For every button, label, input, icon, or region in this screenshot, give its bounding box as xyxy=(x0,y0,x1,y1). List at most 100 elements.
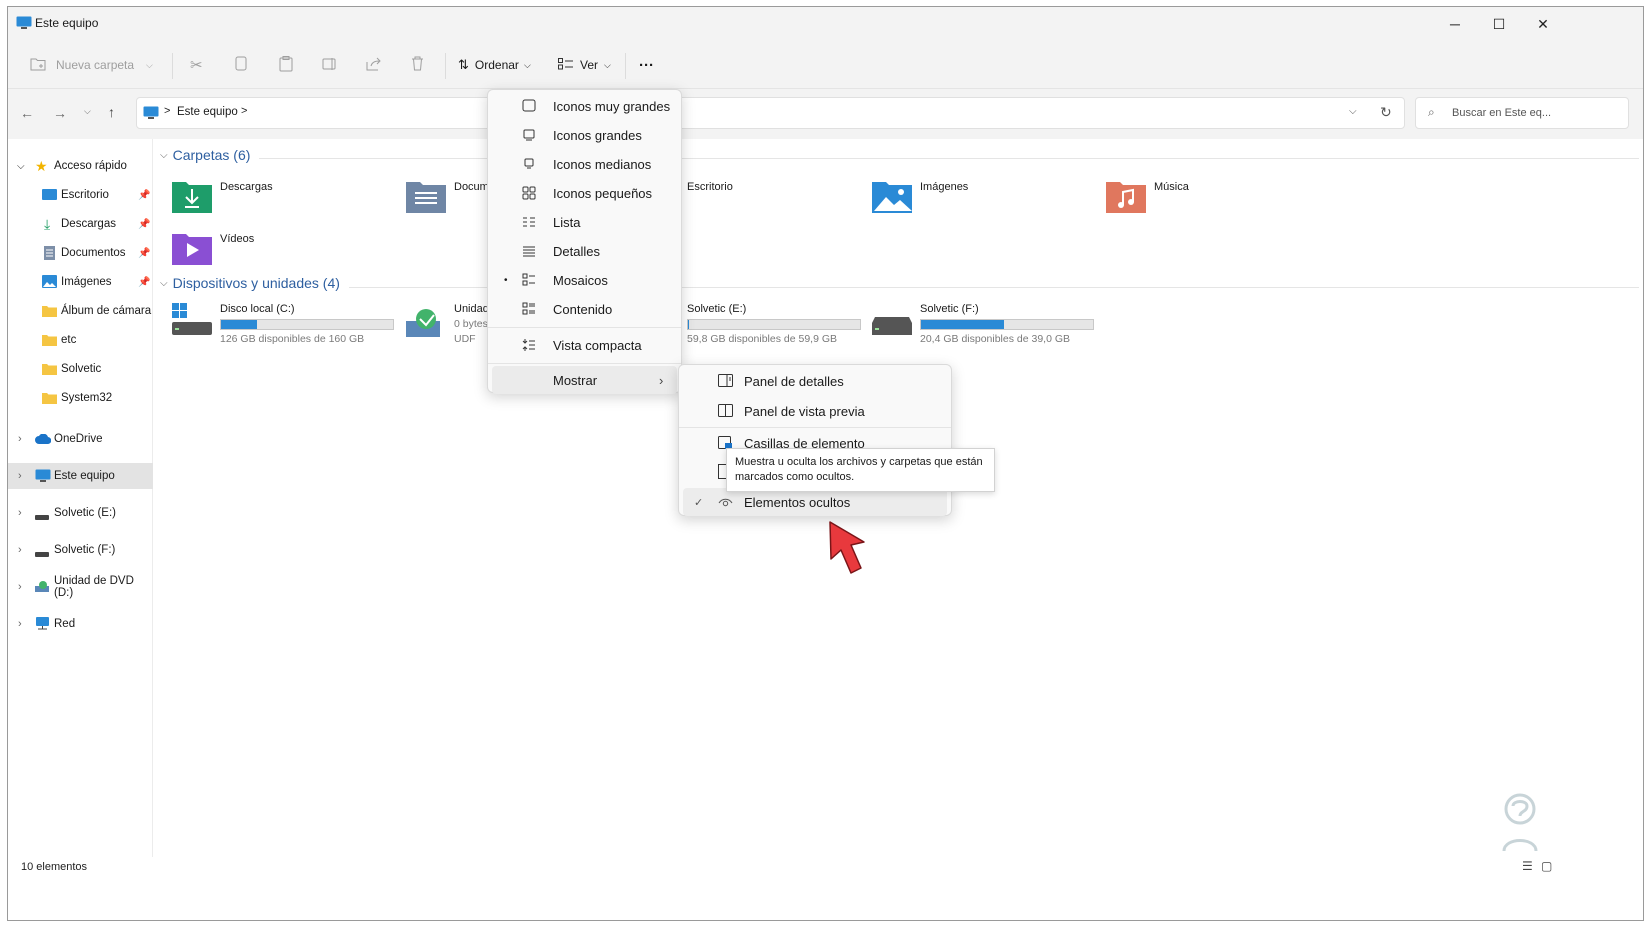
chevron-down-icon[interactable]: ⌵ xyxy=(17,161,25,172)
address-history-icon[interactable]: ⌵ xyxy=(1349,106,1357,117)
details-icon xyxy=(522,244,536,258)
rename-icon xyxy=(322,57,338,74)
nav-quick-access[interactable]: ⌵ ★ Acceso rápido xyxy=(8,153,153,179)
nav-item-red[interactable]: › Red xyxy=(8,611,153,637)
menu-item-small-icons[interactable]: Iconos pequeños xyxy=(492,179,677,207)
pin-icon[interactable]: 📌 xyxy=(138,248,150,259)
rename-button[interactable] xyxy=(322,51,338,79)
chevron-right-icon[interactable]: › xyxy=(18,433,22,445)
trash-icon xyxy=(411,56,424,74)
menu-item-medium-icons[interactable]: Iconos medianos xyxy=(492,150,677,178)
menu-divider xyxy=(679,427,951,428)
command-bar: Nueva carpeta ⌵ ✂ ⇅ Ordenar ⌵ Ver ⌵ ··· xyxy=(8,41,1643,89)
download-icon: ⤓ xyxy=(44,215,51,232)
nav-label: etc xyxy=(61,334,77,346)
folder-imagenes[interactable]: Imágenes xyxy=(872,177,1092,221)
maximize-button[interactable]: ☐ xyxy=(1477,7,1521,41)
menu-item-list[interactable]: Lista xyxy=(492,208,677,236)
star-icon: ★ xyxy=(35,157,48,174)
share-button[interactable] xyxy=(366,51,382,79)
chevron-down-icon: ⌵ xyxy=(146,59,153,70)
pictures-icon xyxy=(42,275,57,291)
paste-button[interactable] xyxy=(279,51,293,79)
cut-button[interactable]: ✂ xyxy=(190,51,203,79)
menu-item-label: Contenido xyxy=(553,301,613,317)
drive-f[interactable]: Solvetic (F:) 20,4 GB disponibles de 39,… xyxy=(872,303,1102,349)
back-arrow-icon[interactable]: ← xyxy=(20,105,34,121)
pin-icon[interactable]: 📌 xyxy=(138,190,150,201)
chevron-down-icon: ⌵ xyxy=(160,277,168,289)
more-options-button[interactable]: ··· xyxy=(639,51,654,79)
nav-item-este-equipo[interactable]: › Este equipo xyxy=(8,463,153,489)
nav-item-solvetic[interactable]: Solvetic xyxy=(8,356,153,382)
delete-button[interactable] xyxy=(411,51,424,79)
nav-item-escritorio[interactable]: Escritorio 📌 xyxy=(8,182,153,208)
toolbar-divider xyxy=(172,53,173,79)
show-submenu: Panel de detalles Panel de vista previa … xyxy=(678,364,952,516)
search-input[interactable]: ⌕ Buscar en Este eq... xyxy=(1415,97,1629,129)
menu-item-hidden-items[interactable]: ✓ Elementos ocultos xyxy=(683,488,947,516)
chevron-right-icon[interactable]: › xyxy=(18,470,22,482)
small-icons-grid-icon xyxy=(522,186,536,200)
chevron-right-icon[interactable]: › xyxy=(18,581,22,593)
devices-section-header[interactable]: ⌵ Dispositivos y unidades (4) xyxy=(160,275,340,291)
computer-icon xyxy=(16,16,32,35)
address-bar[interactable]: > Este equipo > ⌵ ↻ xyxy=(136,97,1405,129)
nav-item-documentos[interactable]: Documentos 📌 xyxy=(8,240,153,266)
forward-arrow-icon[interactable]: → xyxy=(53,105,67,121)
nav-item-system32[interactable]: System32 xyxy=(8,385,153,411)
breadcrumb-separator[interactable]: > xyxy=(241,105,247,117)
menu-item-content[interactable]: Contenido xyxy=(492,295,677,323)
menu-item-large-icons[interactable]: Iconos grandes xyxy=(492,121,677,149)
minimize-button[interactable]: ─ xyxy=(1433,7,1477,41)
up-arrow-icon[interactable]: ↑ xyxy=(108,104,115,120)
copy-button[interactable] xyxy=(235,51,247,79)
folder-videos[interactable]: Vídeos xyxy=(172,229,392,273)
menu-item-show[interactable]: Mostrar › xyxy=(492,366,677,394)
drive-icon xyxy=(35,511,49,523)
pointer-arrow-icon xyxy=(824,520,868,583)
menu-item-tiles[interactable]: • Mosaicos xyxy=(492,266,677,294)
menu-item-compact-view[interactable]: Vista compacta xyxy=(492,331,677,359)
close-button[interactable]: ✕ xyxy=(1521,7,1565,41)
new-folder-button[interactable]: Nueva carpeta ⌵ xyxy=(30,51,153,79)
details-view-icon[interactable]: ☰ xyxy=(1522,859,1533,873)
pin-icon[interactable]: 📌 xyxy=(138,219,150,230)
nav-item-album-camara[interactable]: Álbum de cámara xyxy=(8,298,153,324)
eye-icon xyxy=(718,496,733,511)
nav-item-descargas[interactable]: ⤓ Descargas 📌 xyxy=(8,211,153,237)
folder-musica[interactable]: Música xyxy=(1106,177,1326,221)
chevron-right-icon[interactable]: › xyxy=(18,544,22,556)
chevron-right-icon[interactable]: › xyxy=(18,618,22,630)
paste-icon xyxy=(279,55,293,75)
menu-item-extra-large-icons[interactable]: Iconos muy grandes xyxy=(492,92,677,120)
nav-item-etc[interactable]: etc xyxy=(8,327,153,353)
nav-item-imagenes[interactable]: Imágenes 📌 xyxy=(8,269,153,295)
menu-item-details-pane[interactable]: Panel de detalles xyxy=(683,367,947,395)
folder-descargas[interactable]: Descargas xyxy=(172,177,392,221)
nav-item-solvetic-f[interactable]: › Solvetic (F:) xyxy=(8,537,153,563)
more-icon: ··· xyxy=(639,56,654,74)
menu-item-label: Elementos ocultos xyxy=(744,494,851,510)
recent-locations-icon[interactable]: ⌵ xyxy=(84,106,91,117)
chevron-right-icon[interactable]: › xyxy=(18,507,22,519)
tiles-view-icon[interactable]: ▢ xyxy=(1541,859,1552,873)
nav-item-onedrive[interactable]: › OneDrive xyxy=(8,426,153,452)
folders-section-header[interactable]: ⌵ Carpetas (6) xyxy=(160,147,250,163)
menu-item-details[interactable]: Detalles xyxy=(492,237,677,265)
nav-item-dvd-d[interactable]: › Unidad de DVD (D:) xyxy=(8,574,153,600)
dvd-drive-icon xyxy=(35,581,49,595)
sort-button[interactable]: ⇅ Ordenar ⌵ xyxy=(458,51,531,79)
pin-icon[interactable]: 📌 xyxy=(138,277,150,288)
section-divider xyxy=(259,158,1639,159)
sort-icon: ⇅ xyxy=(458,57,469,72)
nav-item-solvetic-e[interactable]: › Solvetic (E:) xyxy=(8,500,153,526)
item-count: 10 elementos xyxy=(21,861,88,873)
list-icon xyxy=(522,215,536,229)
view-button[interactable]: Ver ⌵ xyxy=(558,51,611,79)
drive-c[interactable]: Disco local (C:) 126 GB disponibles de 1… xyxy=(172,303,402,349)
breadcrumb-este-equipo[interactable]: Este equipo xyxy=(177,106,238,118)
tiles-icon xyxy=(522,273,536,287)
refresh-icon[interactable]: ↻ xyxy=(1380,104,1392,121)
menu-item-preview-pane[interactable]: Panel de vista previa xyxy=(683,397,947,425)
